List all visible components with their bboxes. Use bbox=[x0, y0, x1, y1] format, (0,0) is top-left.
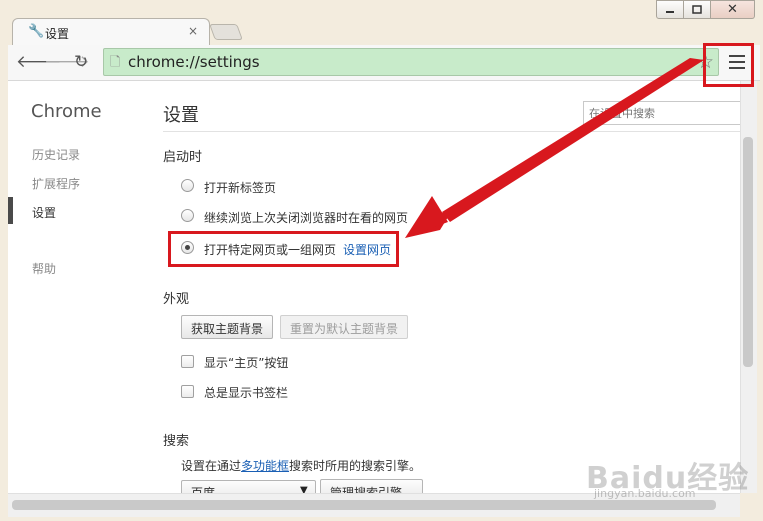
sidebar-title: Chrome bbox=[31, 101, 102, 122]
watermark-url: jingyan.baidu.com bbox=[594, 487, 696, 500]
page-icon: 🗋 bbox=[110, 55, 121, 70]
sidebar-item-extensions[interactable]: 扩展程序 bbox=[32, 175, 80, 192]
annotation-highlight-option bbox=[168, 231, 399, 267]
checkbox-label[interactable]: 总是显示书签栏 bbox=[204, 384, 288, 401]
radio-continue-session[interactable] bbox=[181, 209, 194, 222]
new-tab-button[interactable] bbox=[209, 24, 243, 40]
tab-title: 设置 bbox=[45, 27, 70, 41]
sidebar-item-history[interactable]: 历史记录 bbox=[32, 146, 80, 163]
settings-page bbox=[8, 81, 740, 493]
section-title-appearance: 外观 bbox=[163, 292, 190, 307]
search-description: 设置在通过多功能框搜索时所用的搜索引擎。 bbox=[181, 459, 422, 473]
settings-search-input[interactable] bbox=[583, 101, 741, 125]
maximize-button[interactable] bbox=[684, 0, 711, 19]
section-title-search: 搜索 bbox=[163, 434, 190, 449]
maximize-icon bbox=[692, 5, 702, 14]
wrench-icon: 🔧 bbox=[28, 24, 45, 39]
omnibox-link[interactable]: 多功能框 bbox=[241, 459, 289, 473]
close-button[interactable]: ✕ bbox=[711, 0, 755, 19]
reload-icon[interactable]: ↻ bbox=[74, 52, 88, 72]
tab-close-icon[interactable]: × bbox=[188, 24, 198, 38]
minimize-button[interactable] bbox=[656, 0, 684, 19]
reset-theme-button[interactable]: 重置为默认主题背景 bbox=[280, 315, 409, 339]
annotation-highlight-menu bbox=[703, 43, 754, 87]
radio-open-new-tab[interactable] bbox=[181, 179, 194, 192]
url-text[interactable]: chrome://settings bbox=[128, 53, 260, 71]
sidebar-item-help[interactable]: 帮助 bbox=[32, 260, 56, 277]
sidebar-item-settings[interactable]: 设置 bbox=[32, 204, 56, 221]
close-icon: ✕ bbox=[727, 2, 738, 17]
show-bookmarks-checkbox[interactable] bbox=[181, 385, 194, 398]
section-title-startup: 启动时 bbox=[163, 150, 203, 165]
radio-label[interactable]: 继续浏览上次关闭浏览器时在看的网页 bbox=[204, 209, 408, 226]
minimize-icon bbox=[666, 10, 674, 13]
checkbox-label[interactable]: 显示“主页”按钮 bbox=[204, 354, 288, 371]
show-home-checkbox[interactable] bbox=[181, 355, 194, 368]
sidebar-active-indicator bbox=[8, 197, 13, 224]
divider bbox=[163, 131, 740, 132]
window-controls: ✕ bbox=[656, 0, 756, 20]
page-title: 设置 bbox=[163, 105, 199, 126]
horizontal-scrollbar-thumb[interactable] bbox=[12, 500, 716, 510]
vertical-scrollbar-thumb[interactable] bbox=[743, 137, 753, 367]
radio-label[interactable]: 打开新标签页 bbox=[204, 179, 276, 196]
get-themes-button[interactable]: 获取主题背景 bbox=[181, 315, 274, 339]
